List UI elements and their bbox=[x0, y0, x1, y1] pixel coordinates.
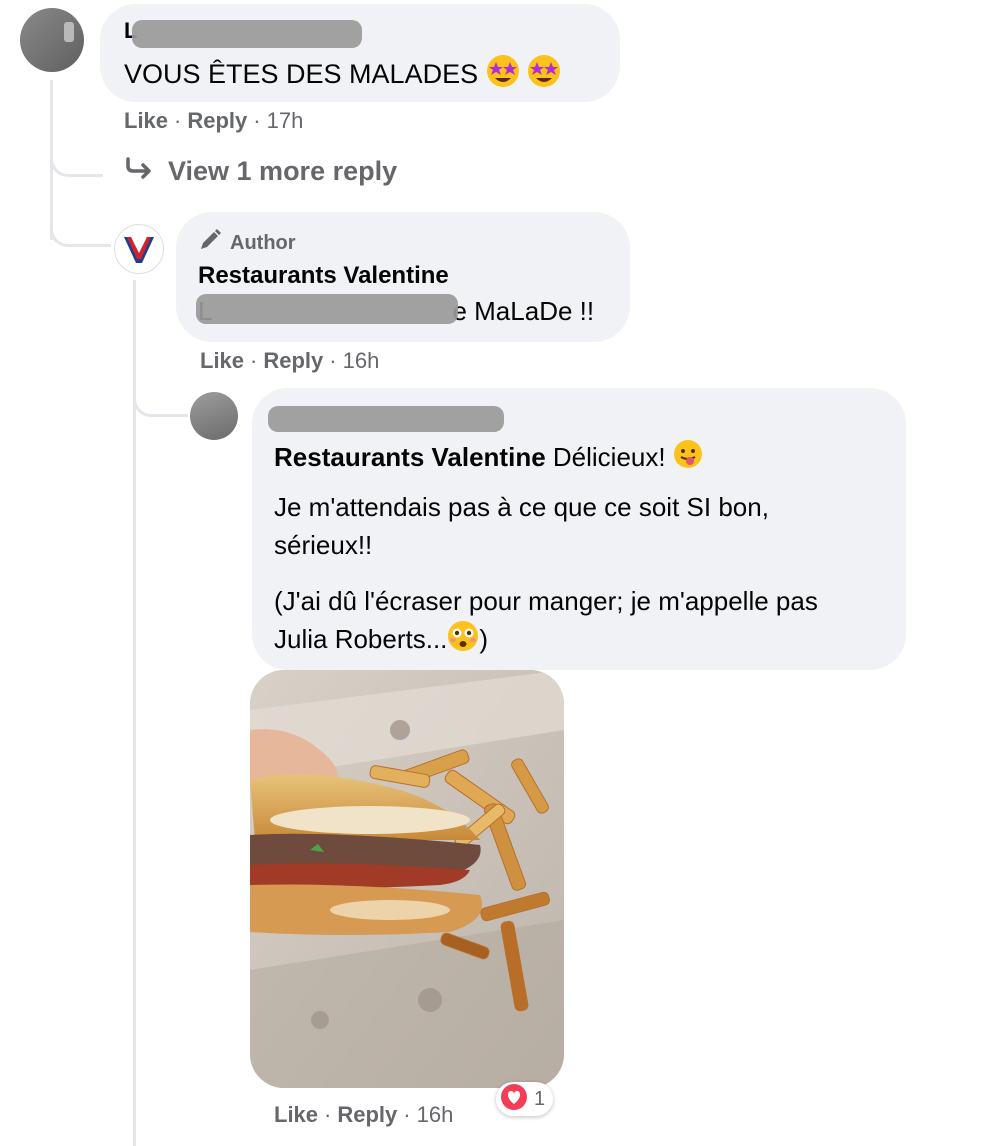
like-button[interactable]: Like bbox=[124, 108, 168, 134]
mention-restaurants-valentine[interactable]: Restaurants Valentine bbox=[274, 442, 546, 472]
reply-first-line: Restaurants Valentine Délicieux! bbox=[274, 438, 703, 479]
reaction-count: 1 bbox=[534, 1087, 546, 1110]
like-button[interactable]: Like bbox=[274, 1102, 318, 1128]
author-reply-bubble: Author Restaurants Valentine Le MaLaDe !… bbox=[176, 212, 630, 342]
reply-button[interactable]: Reply bbox=[337, 1102, 397, 1128]
comment-bubble: L VOUS ÊTES DES MALADES bbox=[100, 4, 620, 102]
timestamp[interactable]: 16h bbox=[417, 1102, 454, 1128]
reaction-badge[interactable]: 1 bbox=[496, 1082, 554, 1116]
reply-author-name[interactable]: Restaurants Valentine bbox=[198, 262, 449, 290]
thread-curve-reply2 bbox=[133, 378, 188, 417]
reply-actions: Like · Reply · 16h bbox=[274, 1102, 454, 1128]
view-more-label: View 1 more reply bbox=[168, 156, 398, 186]
comment-actions: Like · Reply · 17h bbox=[124, 108, 304, 134]
reply-actions: Like · Reply · 16h bbox=[200, 348, 380, 374]
redacted-author-name bbox=[268, 406, 504, 432]
avatar[interactable] bbox=[190, 392, 238, 440]
reply-button[interactable]: Reply bbox=[263, 348, 323, 374]
restaurants-valentine-avatar[interactable] bbox=[114, 224, 164, 274]
reply-arrow-icon bbox=[124, 156, 154, 187]
view-more-replies-button[interactable]: View 1 more reply bbox=[124, 156, 397, 187]
face-with-tongue-emoji bbox=[673, 439, 703, 479]
author-badge-label: Author bbox=[230, 231, 296, 254]
reply-text-delicieux: Délicieux! bbox=[545, 442, 666, 472]
reply-text: e MaLaDe !! bbox=[452, 296, 595, 326]
thread-curve-reply1 bbox=[50, 206, 111, 247]
comment-text: VOUS ÊTES DES MALADES bbox=[124, 59, 479, 90]
valentine-logo-icon bbox=[117, 227, 161, 271]
avatar[interactable] bbox=[20, 8, 84, 72]
reply-bubble: Restaurants Valentine Délicieux! Je m'at… bbox=[252, 388, 906, 670]
thread-curve-view-more bbox=[50, 140, 103, 177]
timestamp[interactable]: 16h bbox=[343, 348, 380, 374]
comment-text-row: VOUS ÊTES DES MALADES bbox=[124, 54, 561, 98]
reply-button[interactable]: Reply bbox=[187, 108, 247, 134]
redacted-author-name bbox=[132, 20, 362, 48]
star-struck-emoji bbox=[527, 54, 561, 98]
author-badge: Author bbox=[198, 228, 296, 258]
like-button[interactable]: Like bbox=[200, 348, 244, 374]
pen-icon bbox=[198, 228, 222, 258]
timestamp[interactable]: 17h bbox=[267, 108, 304, 134]
flushed-face-emoji bbox=[447, 620, 479, 662]
love-reaction-icon bbox=[500, 1083, 528, 1116]
redacted-mention bbox=[196, 294, 458, 324]
photo-illustration bbox=[250, 670, 564, 1088]
reply-paragraph-3: (J'ai dû l'écraser pour manger; je m'app… bbox=[274, 582, 874, 662]
star-struck-emoji bbox=[486, 54, 520, 98]
reply-paragraph-2: Je m'attendais pas à ce que ce soit SI b… bbox=[274, 492, 769, 560]
burger-and-fries-photo[interactable] bbox=[250, 670, 564, 1088]
thread-line-reply1 bbox=[133, 280, 136, 1146]
